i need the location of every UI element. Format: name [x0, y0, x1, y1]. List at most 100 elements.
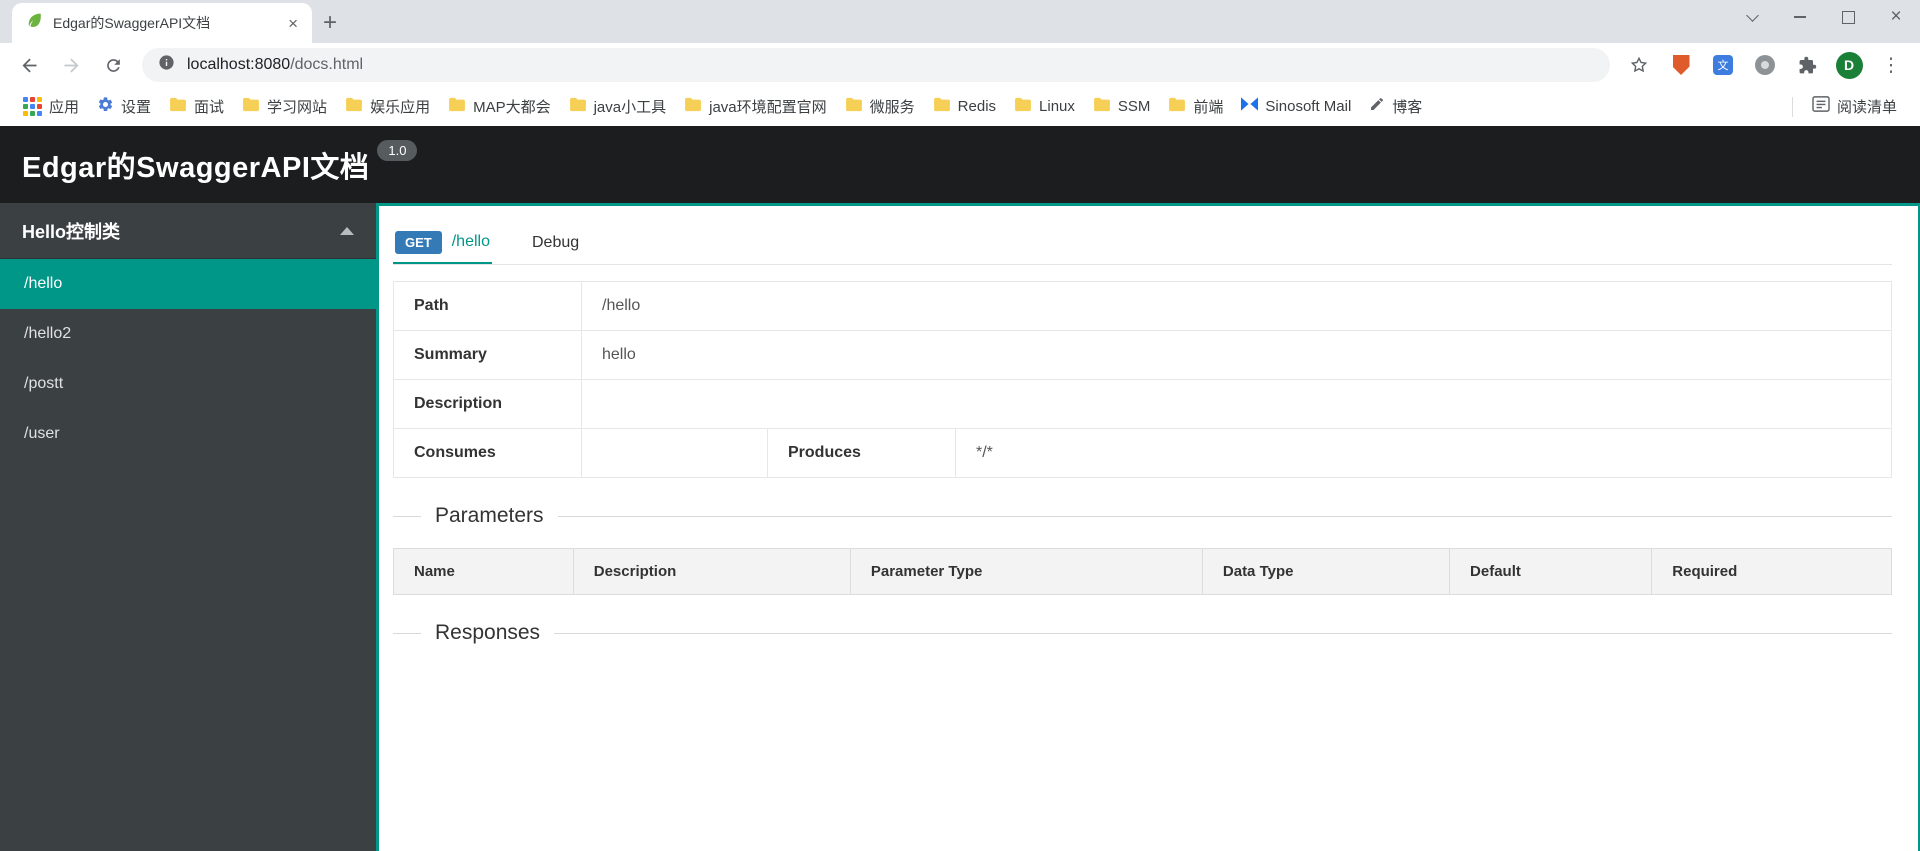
http-method-badge: GET	[395, 230, 442, 254]
column-header-default: Default	[1449, 548, 1653, 595]
bookmark-star-icon[interactable]	[1622, 48, 1656, 82]
tab-get-hello[interactable]: GET /hello	[393, 222, 492, 264]
sidebar-group-label: Hello控制类	[22, 221, 121, 242]
browser-tab-strip: Edgar的SwaggerAPI文档 × + ×	[0, 0, 1920, 43]
bookmark-label: java环境配置官网	[709, 99, 827, 116]
folder-icon	[845, 97, 863, 117]
browser-menu-dots-icon[interactable]: ⋮	[1874, 48, 1908, 82]
bookmark-label: 微服务	[869, 99, 915, 116]
sidebar-item-hello[interactable]: /hello	[0, 259, 376, 309]
folder-icon	[169, 97, 187, 117]
folder-icon	[1168, 97, 1186, 117]
bookmark-item[interactable]: 面试	[160, 92, 233, 121]
table-row: Consumes Produces */*	[393, 428, 1892, 478]
maximize-button[interactable]	[1824, 0, 1872, 34]
spring-leaf-favicon	[26, 12, 43, 34]
bookmark-label: 娱乐应用	[370, 99, 431, 116]
column-header-data-type: Data Type	[1201, 548, 1451, 595]
bookmark-label: Redis	[957, 98, 997, 115]
parameters-section-heading: Parameters	[393, 504, 1892, 528]
operation-tabs: GET /hello Debug	[393, 206, 1892, 265]
bookmark-label: SSM	[1117, 98, 1151, 115]
adblock-shield-extension-icon[interactable]	[1664, 48, 1698, 82]
table-row: Summary hello	[393, 330, 1892, 380]
info-label-consumes: Consumes	[393, 428, 582, 478]
bookmark-item[interactable]: MAP大都会	[439, 92, 560, 121]
page-info-icon[interactable]	[158, 54, 175, 76]
new-tab-button[interactable]: +	[312, 5, 348, 41]
bookmark-item[interactable]: 设置	[88, 92, 160, 122]
bookmark-item[interactable]: Redis	[924, 93, 1005, 121]
sidebar-item-postt[interactable]: /postt	[0, 359, 376, 409]
tab-title: Edgar的SwaggerAPI文档	[53, 15, 211, 31]
tab-search-chevron-icon[interactable]	[1728, 0, 1776, 34]
bookmark-item[interactable]: java环境配置官网	[675, 92, 836, 121]
url-path: /docs.html	[290, 56, 364, 73]
address-bar[interactable]: localhost:8080/docs.html	[142, 48, 1610, 82]
back-icon[interactable]	[12, 48, 46, 82]
column-header-parameter-type: Parameter Type	[849, 548, 1203, 595]
bookmark-label: MAP大都会	[473, 99, 551, 116]
bookmark-label: 设置	[121, 99, 152, 116]
gear-icon	[97, 96, 114, 118]
forward-icon[interactable]	[54, 48, 88, 82]
bookmark-label: 前端	[1193, 99, 1224, 116]
bookmark-item[interactable]: 博客	[1360, 92, 1431, 121]
gray-circle-extension-icon[interactable]	[1748, 48, 1782, 82]
info-value-path: /hello	[581, 281, 1892, 331]
mail-icon	[1241, 97, 1259, 116]
refresh-icon[interactable]	[96, 48, 130, 82]
bookmark-item[interactable]: java小工具	[560, 92, 676, 121]
folder-icon	[1014, 97, 1032, 117]
folder-icon	[569, 97, 587, 117]
bookmarks-bar: 应用 设置 面试 学习网站 娱乐应用 MAP大都会 java小工具 java环境…	[0, 87, 1920, 126]
translate-extension-icon[interactable]: 文	[1706, 48, 1740, 82]
parameters-title: Parameters	[435, 504, 544, 527]
apps-grid-icon	[23, 97, 42, 116]
table-row: Path /hello	[393, 281, 1892, 331]
url-host: localhost:8080	[187, 56, 291, 73]
browser-tab[interactable]: Edgar的SwaggerAPI文档 ×	[12, 3, 312, 43]
bookmark-label: 学习网站	[267, 99, 328, 116]
bookmark-item[interactable]: 微服务	[836, 92, 924, 121]
bookmark-label: java小工具	[593, 99, 667, 116]
browser-window: Edgar的SwaggerAPI文档 × + × localhost:8080/…	[0, 0, 1920, 851]
close-window-button[interactable]: ×	[1872, 0, 1920, 34]
info-label-path: Path	[393, 281, 582, 331]
reading-list-button[interactable]: 阅读清单	[1803, 92, 1906, 121]
column-header-name: Name	[393, 548, 574, 595]
sidebar-group-header[interactable]: Hello控制类	[0, 203, 376, 259]
bookmark-item[interactable]: 娱乐应用	[336, 92, 439, 121]
info-value-summary: hello	[581, 330, 1892, 380]
bookmark-item[interactable]: Linux	[1005, 93, 1084, 121]
reading-list-icon	[1812, 96, 1830, 117]
bookmark-item[interactable]: Sinosoft Mail	[1232, 93, 1360, 120]
operation-path-label: /hello	[451, 233, 490, 250]
bookmark-item[interactable]: 前端	[1159, 92, 1232, 121]
bookmark-item[interactable]: SSM	[1084, 93, 1160, 121]
folder-icon	[242, 97, 260, 117]
reading-list-label: 阅读清单	[1836, 99, 1897, 116]
folder-icon	[933, 97, 951, 117]
bookmark-label: Linux	[1039, 98, 1075, 115]
column-header-description: Description	[572, 548, 851, 595]
sidebar-item-user[interactable]: /user	[0, 409, 376, 459]
profile-avatar[interactable]: D	[1832, 48, 1866, 82]
parameters-table: Name Description Parameter Type Data Typ…	[393, 548, 1892, 595]
window-controls: ×	[1728, 0, 1920, 34]
pen-icon	[1369, 96, 1385, 117]
folder-icon	[1093, 97, 1111, 117]
info-label-summary: Summary	[393, 330, 582, 380]
extensions-puzzle-icon[interactable]	[1790, 48, 1824, 82]
tab-close-icon[interactable]: ×	[284, 13, 302, 34]
bookmark-item[interactable]: 学习网站	[233, 92, 336, 121]
sidebar-item-hello2[interactable]: /hello2	[0, 309, 376, 359]
info-value-consumes	[581, 428, 768, 478]
minimize-button[interactable]	[1776, 0, 1824, 34]
bookmark-item[interactable]: 应用	[14, 92, 88, 121]
bookmark-label: 应用	[49, 99, 80, 116]
table-header-row: Name Description Parameter Type Data Typ…	[393, 548, 1892, 595]
responses-section-heading: Responses	[393, 621, 1892, 645]
tab-debug[interactable]: Debug	[530, 222, 581, 264]
column-header-required: Required	[1651, 548, 1892, 595]
